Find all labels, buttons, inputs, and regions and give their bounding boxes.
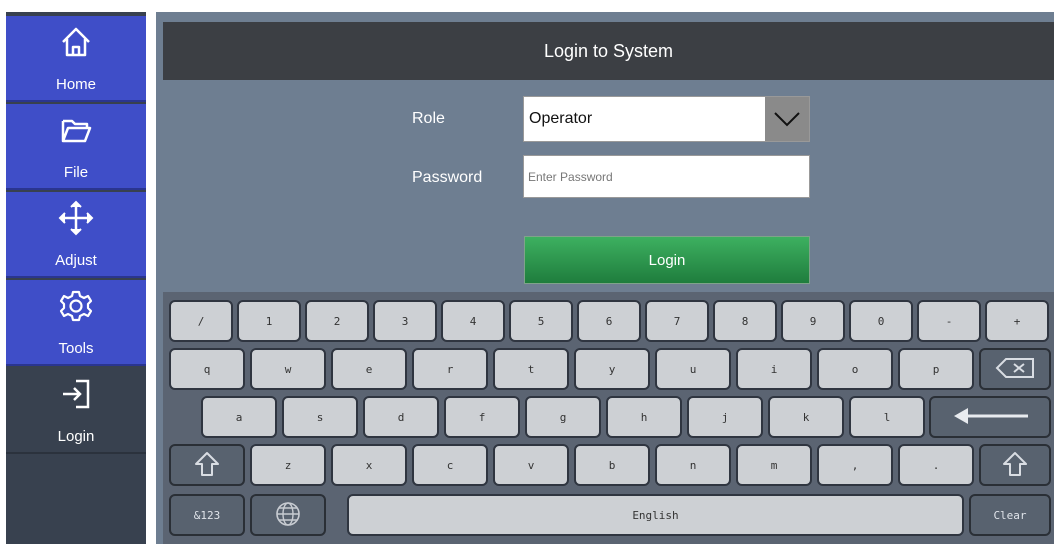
key[interactable]: k [768, 396, 844, 438]
language-key[interactable] [250, 494, 326, 536]
key[interactable]: q [169, 348, 245, 390]
key[interactable]: , [817, 444, 893, 486]
folder-icon [6, 110, 146, 150]
key[interactable]: t [493, 348, 569, 390]
key[interactable]: 7 [645, 300, 709, 342]
key[interactable]: s [282, 396, 358, 438]
key[interactable]: b [574, 444, 650, 486]
key[interactable]: r [412, 348, 488, 390]
key[interactable]: - [917, 300, 981, 342]
sidebar-item-label: Login [57, 428, 95, 445]
login-button[interactable]: Login [524, 236, 810, 284]
shift-icon [194, 451, 220, 480]
password-label: Password [412, 169, 483, 186]
key[interactable]: 5 [509, 300, 573, 342]
space-key[interactable]: English [347, 494, 964, 536]
key[interactable]: j [687, 396, 763, 438]
key[interactable]: f [444, 396, 520, 438]
key[interactable]: 9 [781, 300, 845, 342]
key[interactable]: 0 [849, 300, 913, 342]
key[interactable]: h [606, 396, 682, 438]
key[interactable]: d [363, 396, 439, 438]
on-screen-keyboard: / 1 2 3 4 5 6 7 8 9 0 - + q w e r t y u … [163, 292, 1054, 544]
key[interactable]: e [331, 348, 407, 390]
key[interactable]: / [169, 300, 233, 342]
enter-key[interactable] [929, 396, 1051, 438]
shift-left-key[interactable] [169, 444, 245, 486]
clear-key[interactable]: Clear [969, 494, 1051, 536]
numeric-mode-key[interactable]: &123 [169, 494, 245, 536]
key[interactable]: g [525, 396, 601, 438]
key[interactable]: i [736, 348, 812, 390]
key[interactable]: c [412, 444, 488, 486]
role-label: Role [412, 110, 445, 127]
key[interactable]: m [736, 444, 812, 486]
key[interactable]: 8 [713, 300, 777, 342]
sidebar-item-adjust[interactable]: Adjust [6, 192, 146, 278]
role-select[interactable]: Operator [523, 96, 810, 142]
sidebar-item-label: Tools [58, 340, 94, 357]
key[interactable]: 1 [237, 300, 301, 342]
key[interactable]: y [574, 348, 650, 390]
dialog-title: Login to System [163, 22, 1054, 80]
move-arrows-icon [6, 198, 146, 238]
key[interactable]: n [655, 444, 731, 486]
key[interactable]: x [331, 444, 407, 486]
sidebar-item-login[interactable]: Login [6, 368, 146, 454]
key[interactable]: o [817, 348, 893, 390]
backspace-key[interactable] [979, 348, 1051, 390]
sidebar-item-home[interactable]: Home [6, 16, 146, 102]
sidebar: Home File Adjust Tools Login [6, 12, 146, 544]
key[interactable]: w [250, 348, 326, 390]
key[interactable]: 6 [577, 300, 641, 342]
globe-icon [274, 500, 302, 531]
enter-arrow-icon [950, 405, 1030, 430]
sidebar-item-label: Adjust [55, 252, 97, 269]
gear-icon [6, 286, 146, 326]
key[interactable]: z [250, 444, 326, 486]
sidebar-item-label: File [63, 164, 89, 181]
home-icon [6, 22, 146, 62]
key[interactable]: 2 [305, 300, 369, 342]
key[interactable]: + [985, 300, 1049, 342]
key[interactable]: a [201, 396, 277, 438]
sidebar-item-file[interactable]: File [6, 104, 146, 190]
key[interactable]: u [655, 348, 731, 390]
key[interactable]: . [898, 444, 974, 486]
password-field[interactable] [523, 155, 810, 198]
login-icon [6, 374, 146, 414]
sidebar-item-tools[interactable]: Tools [6, 280, 146, 366]
key[interactable]: 4 [441, 300, 505, 342]
shift-right-key[interactable] [979, 444, 1051, 486]
backspace-icon [994, 356, 1036, 383]
role-select-value: Operator [529, 110, 593, 127]
chevron-down-icon[interactable] [765, 97, 809, 141]
key[interactable]: l [849, 396, 925, 438]
key[interactable]: v [493, 444, 569, 486]
key[interactable]: p [898, 348, 974, 390]
sidebar-item-label: Home [55, 76, 96, 93]
shift-icon [1002, 451, 1028, 480]
key[interactable]: 3 [373, 300, 437, 342]
